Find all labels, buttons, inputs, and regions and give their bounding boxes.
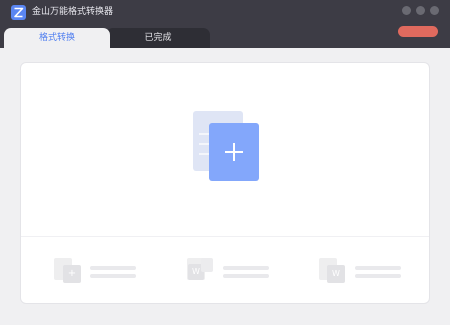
feature-placeholder-line bbox=[223, 274, 269, 278]
feature-placeholder-line bbox=[355, 266, 401, 270]
feature-placeholder-line bbox=[223, 266, 269, 270]
feature-placeholder-line bbox=[355, 274, 401, 278]
feature-pdf-to-word[interactable]: W bbox=[319, 256, 409, 286]
feature-placeholder-line bbox=[90, 266, 136, 270]
close-button[interactable] bbox=[430, 6, 439, 15]
action-button[interactable] bbox=[398, 26, 438, 37]
feature-placeholder-line bbox=[90, 274, 136, 278]
divider bbox=[21, 236, 429, 237]
feature-word-convert[interactable]: W bbox=[187, 256, 277, 286]
add-document-icon: + bbox=[63, 265, 81, 283]
z-logo-icon bbox=[11, 5, 26, 20]
feature-add-document[interactable]: + bbox=[54, 256, 144, 286]
minimize-button[interactable] bbox=[402, 6, 411, 15]
maximize-button[interactable] bbox=[416, 6, 425, 15]
convert-target-icon bbox=[201, 258, 213, 272]
pdf-to-word-icon: W bbox=[327, 265, 345, 283]
main-panel: + W W bbox=[20, 62, 430, 304]
tab-completed[interactable]: 已完成 bbox=[106, 28, 210, 48]
tab-bar: 已完成 格式转换 bbox=[0, 28, 450, 48]
plus-icon bbox=[233, 143, 235, 161]
title-bar: 金山万能格式转换器 bbox=[0, 0, 450, 28]
tab-format-convert[interactable]: 格式转换 bbox=[4, 28, 110, 48]
app-title: 金山万能格式转换器 bbox=[32, 7, 114, 17]
add-file-button[interactable] bbox=[193, 111, 263, 183]
add-file-icon bbox=[209, 123, 259, 181]
